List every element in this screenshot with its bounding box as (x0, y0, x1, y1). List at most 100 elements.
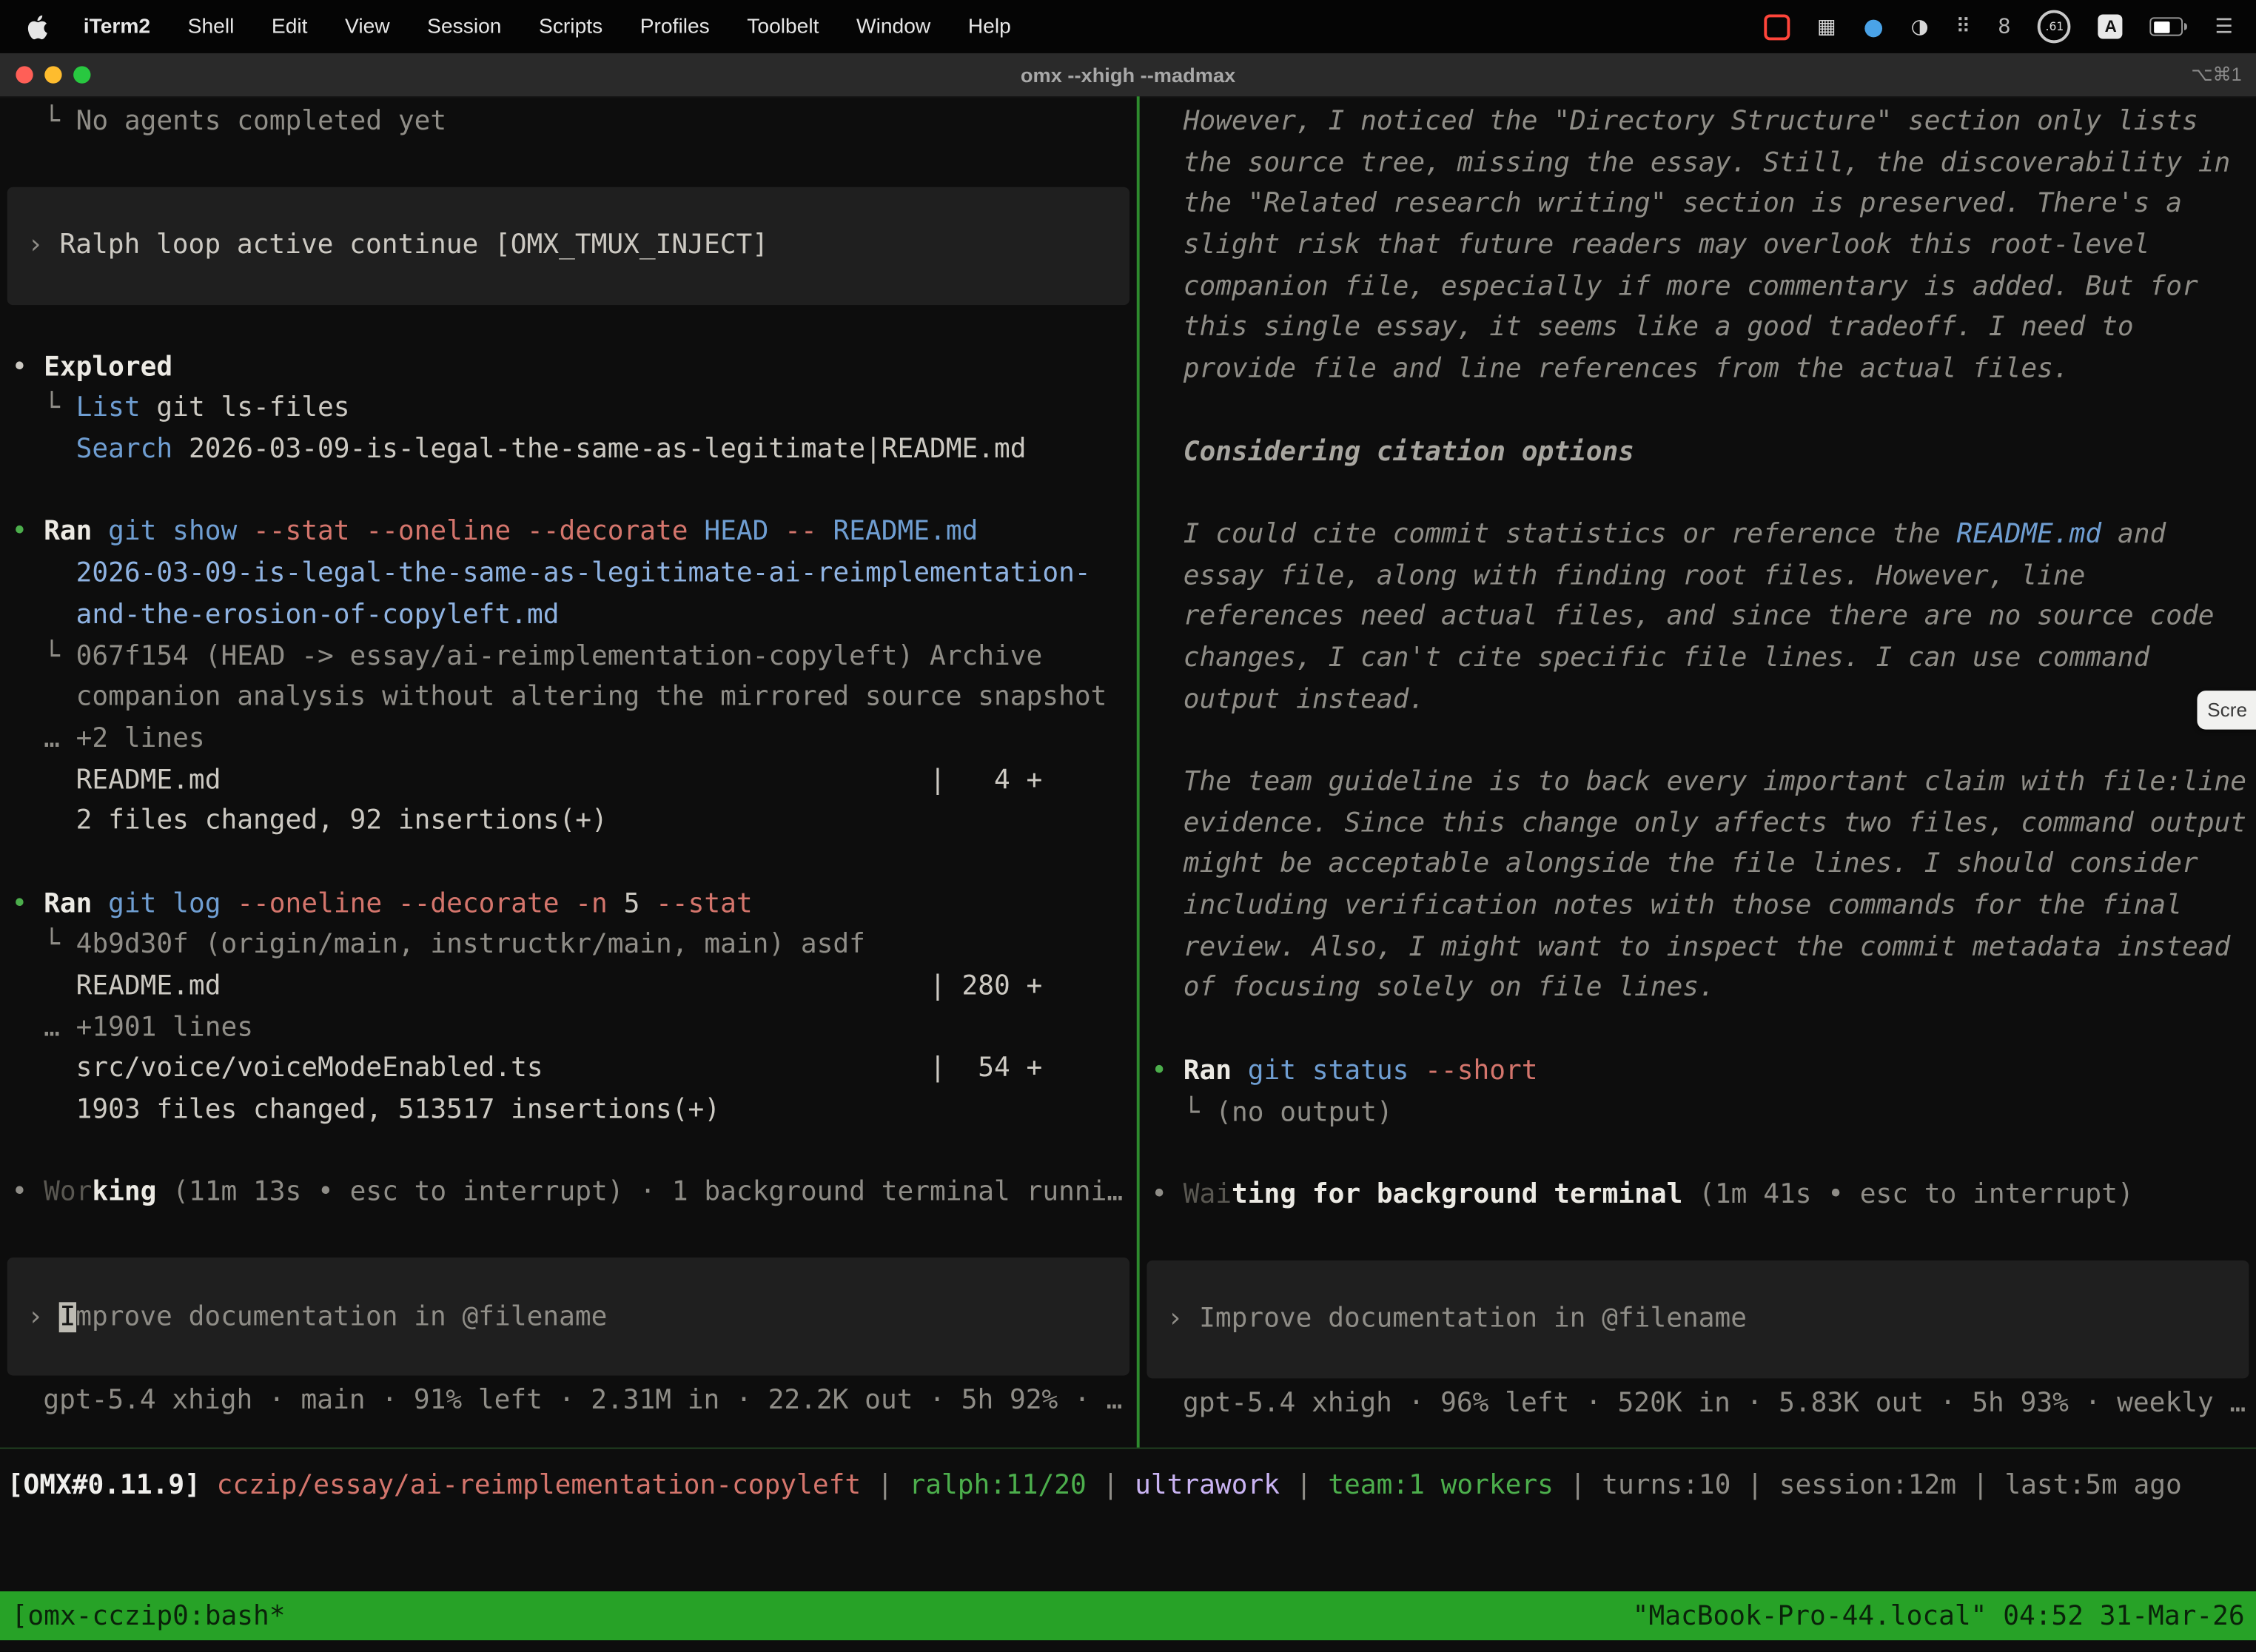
macos-menu-bar: iTerm2ShellEditViewSessionScriptsProfile… (0, 0, 2256, 53)
apple-menu-icon[interactable] (26, 13, 50, 41)
terminal-line (0, 471, 1137, 513)
terminal-line: changes, I can't cite specific file line… (1140, 639, 2256, 680)
terminal-line: … +1901 lines (0, 1008, 1137, 1050)
terminal-line: slight risk that future readers may over… (1140, 226, 2256, 267)
terminal-line: companion analysis without altering the … (0, 678, 1137, 719)
grid-window-icon[interactable]: ▦ (1817, 15, 1836, 38)
terminal-line: • Ran git log --oneline --decorate -n 5 … (0, 884, 1137, 926)
screen-recording-indicator[interactable] (1764, 13, 1790, 39)
close-button[interactable] (16, 66, 33, 83)
menu-shell[interactable]: Shell (169, 15, 252, 38)
prompt-input[interactable]: › Improve documentation in @filename (7, 1258, 1129, 1375)
gauge-icon[interactable]: .61 (2038, 10, 2072, 44)
terminal-line: provide file and line references from th… (1140, 350, 2256, 392)
terminal-line: Search 2026-03-09-is-legal-the-same-as-l… (0, 430, 1137, 471)
terminal-line: and-the-erosion-of-copyleft.md (0, 595, 1137, 637)
terminal-line: 2 files changed, 92 insertions(+) (0, 802, 1137, 843)
dark-app-icon[interactable]: ◑ (1911, 15, 1929, 38)
battery-fill (2154, 21, 2169, 33)
blue-app-icon[interactable]: ● (1864, 13, 1884, 40)
terminal-line: the source tree, missing the essay. Stil… (1140, 144, 2256, 185)
terminal-area: └ No agents completed yet › Ralph loop ac… (0, 96, 2256, 1448)
prompt-input[interactable]: › Improve documentation in @filename (1147, 1260, 2249, 1377)
terminal-line: … +2 lines (0, 719, 1137, 761)
window-shortcut: ⌥⌘1 (2191, 64, 2256, 87)
battery-body (2150, 17, 2183, 36)
menu-window[interactable]: Window (838, 15, 950, 38)
menu-scripts[interactable]: Scripts (520, 15, 622, 38)
menu-help[interactable]: Help (950, 15, 1030, 38)
terminal-line: Considering citation options (1140, 432, 2256, 474)
session-status-line: gpt-5.4 xhigh · 96% left · 520K in · 5.8… (1140, 1383, 2256, 1425)
terminal-line: src/voice/voiceModeEnabled.ts | 54 + (0, 1050, 1137, 1091)
menu-bar-extras: ▦ ● ◑ ⠿ 8 .61 A ☰ (1764, 10, 2256, 44)
tmux-status-bar: [omx-cczip0:bash* "MacBook-Pro-44.local"… (0, 1591, 2256, 1640)
terminal-line: evidence. Since this change only affects… (1140, 804, 2256, 845)
menu-session[interactable]: Session (409, 15, 520, 38)
terminal-line: └ No agents completed yet (0, 102, 1137, 144)
menu-edit[interactable]: Edit (253, 15, 326, 38)
terminal-line (0, 843, 1137, 884)
terminal-line: README.md | 4 + (0, 761, 1137, 802)
window-controls (0, 66, 90, 83)
text-cursor: I (59, 1302, 75, 1332)
terminal-line: review. Also, I might want to inspect th… (1140, 927, 2256, 969)
terminal-line: of focusing solely on file lines. (1140, 969, 2256, 1010)
terminal-line: including verification notes with those … (1140, 887, 2256, 928)
terminal-line: └ 067f154 (HEAD -> essay/ai-reimplementa… (0, 637, 1137, 678)
terminal-line: references need actual files, and since … (1140, 597, 2256, 639)
terminal-line: essay file, along with finding root file… (1140, 556, 2256, 597)
tmux-host-clock: "MacBook-Pro-44.local" 04:52 31-Mar-26 (1633, 1601, 2245, 1631)
terminal-line: • Explored (0, 348, 1137, 389)
ralph-inject-banner[interactable]: › Ralph loop active continue [OMX_TMUX_I… (7, 187, 1129, 304)
terminal-line (0, 1132, 1137, 1173)
menu-toolbelt[interactable]: Toolbelt (728, 15, 838, 38)
terminal-line: companion file, especially if more comme… (1140, 267, 2256, 309)
terminal-line: └ List git ls-files (0, 389, 1137, 431)
omx-status-line: [OMX#0.11.9] cczip/essay/ai-reimplementa… (0, 1449, 2256, 1501)
apple-logo (26, 13, 47, 39)
terminal-line: └ 4b9d30f (origin/main, instructkr/main,… (0, 926, 1137, 967)
terminal-line: I could cite commit statistics or refere… (1140, 515, 2256, 557)
terminal-line: output instead. (1140, 680, 2256, 722)
terminal-line (1140, 722, 2256, 763)
dots-grid-icon[interactable]: ⠿ (1955, 15, 1970, 38)
terminal-line: The team guideline is to back every impo… (1140, 762, 2256, 804)
terminal-line: • Ran git show --stat --oneline --decora… (0, 513, 1137, 554)
terminal-line: • Ran git status --short (1140, 1052, 2256, 1093)
menu-view[interactable]: View (326, 15, 409, 38)
terminal-line: 2026-03-09-is-legal-the-same-as-legitima… (0, 554, 1137, 596)
terminal-line (1140, 1134, 2256, 1175)
terminal-line: • Working (11m 13s • esc to interrupt) ·… (0, 1173, 1137, 1215)
terminal-line: the "Related research writing" section i… (1140, 185, 2256, 226)
terminal-line: • Waiting for background terminal (1m 41… (1140, 1175, 2256, 1217)
terminal-line: 1903 files changed, 513517 insertions(+) (0, 1091, 1137, 1132)
battery-nub (2185, 23, 2188, 30)
terminal-line: However, I noticed the "Directory Struct… (1140, 102, 2256, 144)
right-pane[interactable]: However, I noticed the "Directory Struct… (1140, 96, 2256, 1447)
menu-iterm2[interactable]: iTerm2 (64, 15, 169, 38)
desktop: iTerm2ShellEditViewSessionScriptsProfile… (0, 0, 2256, 1652)
battery-icon[interactable] (2150, 17, 2188, 36)
menu-extra-icon[interactable]: ☰ (2215, 15, 2233, 38)
screen-share-button[interactable]: Scre (2197, 691, 2256, 729)
input-source-icon[interactable]: A (2098, 14, 2123, 38)
terminal-line: might be acceptable alongside the file l… (1140, 845, 2256, 887)
left-pane[interactable]: └ No agents completed yet › Ralph loop ac… (0, 96, 1137, 1447)
omx-status-bar: [OMX#0.11.9] cczip/essay/ai-reimplementa… (0, 1449, 2256, 1591)
terminal-line (1140, 474, 2256, 515)
session-status-line: gpt-5.4 xhigh · main · 91% left · 2.31M … (0, 1381, 1137, 1423)
tmux-session-info: [omx-cczip0:bash* (12, 1601, 286, 1631)
terminal-line: README.md | 280 + (0, 967, 1137, 1008)
counter-icon[interactable]: 8 (1998, 15, 2010, 38)
minimize-button[interactable] (44, 66, 61, 83)
window-title: omx --xhigh --madmax (0, 64, 2256, 87)
terminal-line (1140, 391, 2256, 432)
terminal-line (1140, 1010, 2256, 1052)
terminal-line: this single essay, it seems like a good … (1140, 309, 2256, 350)
menu-items: iTerm2ShellEditViewSessionScriptsProfile… (64, 15, 1030, 38)
menu-profiles[interactable]: Profiles (621, 15, 728, 38)
terminal-line: └ (no output) (1140, 1092, 2256, 1134)
window-title-bar[interactable]: omx --xhigh --madmax ⌥⌘1 (0, 53, 2256, 98)
zoom-button[interactable] (73, 66, 90, 83)
